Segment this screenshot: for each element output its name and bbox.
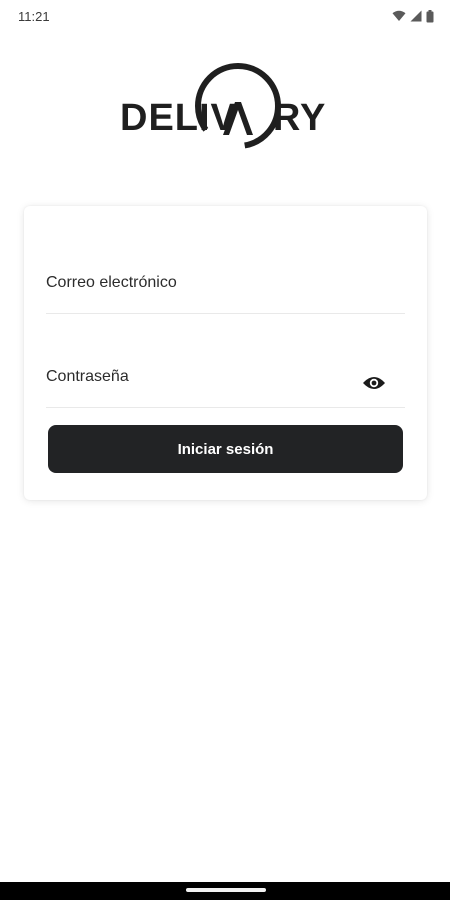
wifi-icon: [392, 10, 406, 22]
signal-icon: [410, 10, 422, 22]
status-bar: 11:21: [0, 0, 450, 32]
login-button[interactable]: Iniciar sesión: [48, 425, 403, 473]
login-screen: 11:21 DELIV RY Correo electrónico Contra…: [0, 0, 450, 900]
status-time: 11:21: [18, 8, 50, 24]
logo-text-right: RY: [272, 96, 327, 139]
logo-text-left: DELIV: [120, 96, 237, 139]
battery-icon: [426, 9, 434, 23]
status-icons: [392, 9, 434, 23]
login-card: Correo electrónico Contraseña Iniciar se…: [24, 206, 427, 500]
password-field-label: Contraseña: [46, 368, 129, 385]
home-gesture-handle[interactable]: [186, 888, 266, 892]
email-field[interactable]: Correo electrónico: [46, 264, 405, 314]
navigation-bar: [0, 882, 450, 900]
delivary-logo: DELIV RY: [120, 60, 330, 155]
logo-text: DELIV RY: [120, 94, 330, 142]
email-field-label: Correo electrónico: [46, 274, 177, 291]
eye-icon[interactable]: [361, 374, 387, 392]
password-field[interactable]: Contraseña: [46, 358, 405, 408]
